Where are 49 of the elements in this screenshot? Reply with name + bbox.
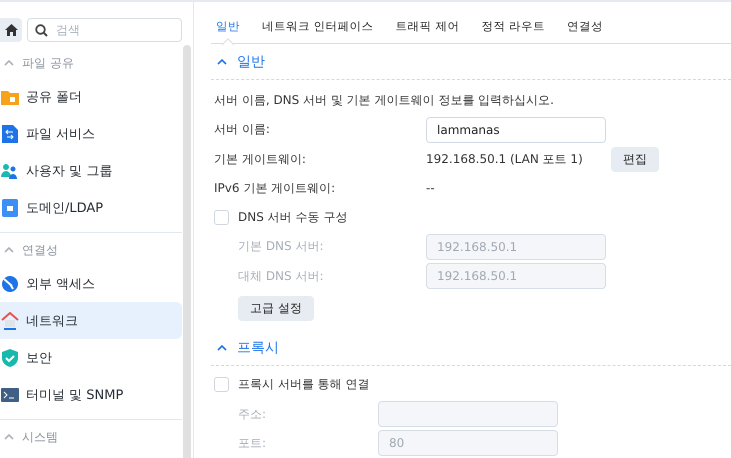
- field-label: IPv6 기본 게이트웨이:: [214, 180, 336, 197]
- sidebar-item[interactable]: 터미널 및 SNMP: [0, 376, 182, 413]
- id-card-icon: [2, 198, 18, 216]
- field-label: 대체 DNS 서버:: [238, 268, 325, 285]
- description-text: 서버 이름, DNS 서버 및 기본 게이트웨이 정보를 입력하십시오.: [214, 92, 555, 110]
- field-label: 기본 게이트웨이:: [214, 150, 307, 168]
- globe-icon: [1, 274, 19, 292]
- chevron-up-icon[interactable]: [217, 58, 227, 65]
- tab[interactable]: 네트워크 인터페이스: [262, 19, 374, 43]
- shield-icon: [2, 348, 18, 366]
- tab[interactable]: 일반: [216, 19, 240, 43]
- search-field[interactable]: 검색: [27, 18, 182, 42]
- chevron-up-icon[interactable]: [4, 434, 14, 440]
- chevron-up-icon[interactable]: [4, 247, 14, 253]
- sidebar-item[interactable]: 네트워크: [0, 302, 182, 339]
- folder-icon: [1, 88, 19, 104]
- advanced-settings-button[interactable]: 고급 설정: [238, 296, 314, 321]
- sidebar-item[interactable]: 공유 폴더: [0, 78, 182, 115]
- section-title[interactable]: 일반: [237, 52, 265, 71]
- tab[interactable]: 정적 라우트: [481, 19, 545, 43]
- sidebar-item[interactable]: 파일 서비스: [0, 115, 182, 152]
- sidebar-item[interactable]: 사용자 및 그룹: [0, 152, 182, 189]
- field-label: 주소:: [238, 406, 268, 423]
- checkbox-label: DNS 서버 수동 구성: [238, 209, 348, 226]
- gateway-value: --: [426, 181, 435, 196]
- scrollbar[interactable]: [183, 45, 191, 458]
- field-label: 서버 이름:: [214, 121, 271, 138]
- sidebar-item[interactable]: 도메인/LDAP: [0, 189, 182, 226]
- sidebar-item[interactable]: 보안: [0, 339, 182, 376]
- section-title[interactable]: 프록시: [237, 338, 279, 357]
- sidebar-item[interactable]: 외부 액세스: [0, 265, 182, 302]
- edit-button[interactable]: 편집: [611, 146, 659, 172]
- checkbox[interactable]: [214, 210, 229, 226]
- field-label: 기본 DNS 서버:: [238, 238, 325, 256]
- tab[interactable]: 연결성: [566, 19, 603, 43]
- home-icon: [4, 24, 18, 36]
- file-transfer-icon: [2, 124, 18, 142]
- house-icon: [1, 312, 19, 330]
- field-label: 포트:: [238, 434, 268, 452]
- chevron-up-icon[interactable]: [4, 60, 14, 66]
- server-name-field[interactable]: lammanas: [426, 116, 606, 143]
- terminal-icon: [1, 388, 19, 402]
- users-icon: [1, 162, 19, 178]
- chevron-up-icon[interactable]: [217, 344, 227, 351]
- gateway-value: 192.168.50.1 (LAN 포트 1): [426, 150, 584, 168]
- tab[interactable]: 트래픽 제어: [396, 19, 460, 43]
- checkbox-label: 프록시 서버를 통해 연결: [238, 376, 370, 394]
- checkbox[interactable]: [214, 377, 229, 392]
- home-button[interactable]: [0, 18, 22, 42]
